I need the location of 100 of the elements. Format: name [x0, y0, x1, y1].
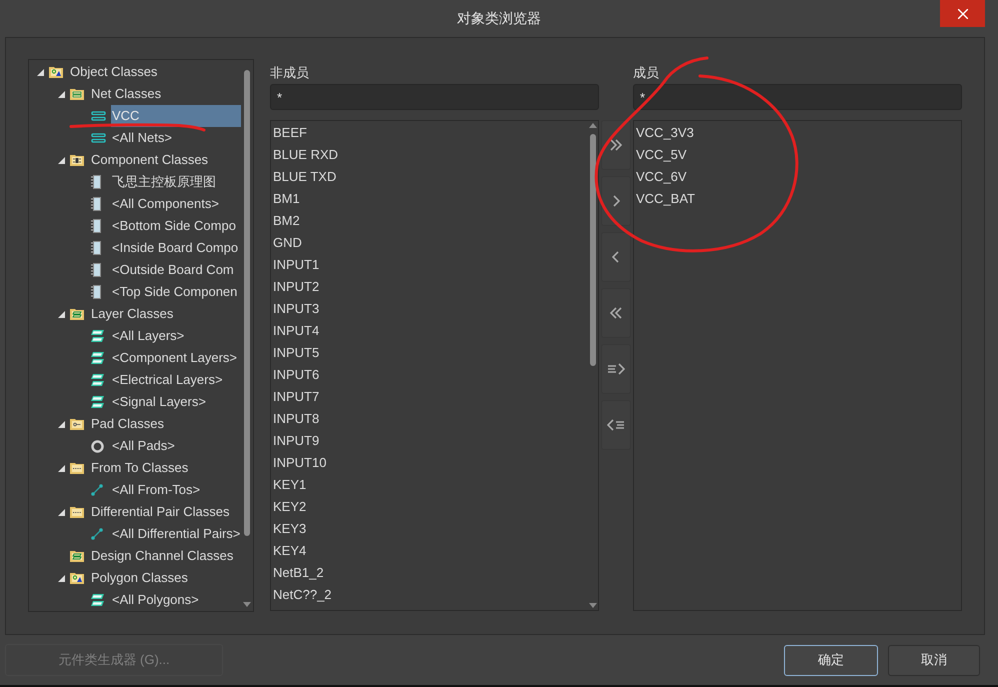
transfer-button[interactable] — [601, 120, 631, 170]
list-item[interactable]: INPUT3 — [273, 298, 588, 320]
list-item[interactable]: INPUT2 — [273, 276, 588, 298]
close-icon — [958, 8, 968, 18]
list-item[interactable]: VCC_3V3 — [636, 122, 961, 144]
tree-item[interactable]: <All Differential Pairs> — [111, 523, 240, 545]
folder-icon — [70, 462, 84, 474]
list-item[interactable]: BLUE TXD — [273, 166, 588, 188]
list-item[interactable]: KEY3 — [273, 518, 588, 540]
filter-field[interactable]: * — [270, 84, 599, 110]
chip-icon — [91, 285, 101, 299]
tree-item[interactable]: Differential Pair Classes — [90, 501, 230, 523]
scrollbar[interactable] — [588, 121, 598, 610]
list-item[interactable]: INPUT8 — [273, 408, 588, 430]
list-item[interactable]: BM2 — [273, 210, 588, 232]
folder-icon — [70, 308, 84, 320]
net-icon — [91, 133, 106, 143]
net-icon — [91, 111, 106, 121]
layers-icon — [91, 396, 104, 408]
list-item[interactable]: INPUT5 — [273, 342, 588, 364]
cancel-button[interactable]: 取消 — [888, 644, 980, 676]
chevron-right-icon — [612, 195, 620, 207]
tree-item[interactable]: VCC — [111, 105, 241, 127]
transfer-button[interactable] — [601, 232, 631, 282]
list-item[interactable]: BLUE RXD — [273, 144, 588, 166]
transfer-button[interactable] — [601, 344, 631, 394]
list-item[interactable]: KEY4 — [273, 540, 588, 562]
chip-icon — [91, 241, 101, 255]
scroll-down-icon[interactable] — [589, 603, 597, 608]
collapse-icon[interactable] — [58, 156, 65, 164]
list-item[interactable]: VCC_BAT — [636, 188, 961, 210]
tree-item[interactable]: Component Classes — [90, 149, 208, 171]
collapse-icon[interactable] — [58, 508, 65, 516]
layers-icon — [91, 594, 104, 606]
tree-item[interactable]: <All Components> — [111, 193, 219, 215]
tree-item[interactable]: Pad Classes — [90, 413, 164, 435]
list-item[interactable]: INPUT10 — [273, 452, 588, 474]
list-item[interactable]: BM1 — [273, 188, 588, 210]
list-arrow-left-icon — [607, 419, 625, 431]
tree-item[interactable]: <All From-Tos> — [111, 479, 200, 501]
collapse-icon[interactable] — [58, 90, 65, 98]
tree-item[interactable]: <Outside Board Com — [111, 259, 234, 281]
tree-item[interactable]: <All Layers> — [111, 325, 184, 347]
transfer-button[interactable] — [601, 176, 631, 226]
list-arrow-right-icon — [607, 363, 625, 375]
list-item[interactable]: NetC??_2 — [273, 584, 588, 606]
chip-icon — [91, 197, 101, 211]
tree-item[interactable]: <All Polygons> — [111, 589, 199, 611]
tree-item[interactable]: <Electrical Layers> — [111, 369, 223, 391]
tree-item[interactable]: Layer Classes — [90, 303, 174, 325]
tree-item[interactable]: <Signal Layers> — [111, 391, 206, 413]
list-item[interactable]: INPUT7 — [273, 386, 588, 408]
collapse-icon[interactable] — [37, 68, 44, 76]
list-heading: 非成员 — [270, 64, 310, 82]
tree-item[interactable]: <All Nets> — [111, 127, 172, 149]
double-chevron-left-icon — [609, 307, 623, 319]
chip-icon — [91, 175, 101, 189]
transfer-button[interactable] — [601, 288, 631, 338]
list-item[interactable]: INPUT1 — [273, 254, 588, 276]
tree-item[interactable]: Design Channel Classes — [90, 545, 234, 567]
collapse-icon[interactable] — [58, 574, 65, 582]
list-item[interactable]: KEY2 — [273, 496, 588, 518]
list-item[interactable]: NetB1_2 — [273, 562, 588, 584]
tree-item[interactable]: Net Classes — [90, 83, 162, 105]
list-item[interactable]: BEEF — [273, 122, 588, 144]
filter-field[interactable]: * — [633, 84, 962, 110]
tree-item[interactable]: 飞思主控板原理图 — [111, 171, 216, 193]
list-item[interactable]: INPUT6 — [273, 364, 588, 386]
collapse-icon[interactable] — [58, 310, 65, 318]
list-item[interactable]: VCC_5V — [636, 144, 961, 166]
tree-item[interactable]: <Top Side Componen — [111, 281, 238, 303]
chevron-left-icon — [612, 251, 620, 263]
ok-button[interactable]: 确定 — [784, 644, 878, 676]
list-item[interactable]: VCC_6V — [636, 166, 961, 188]
close-button[interactable] — [940, 0, 985, 27]
list-item[interactable]: INPUT4 — [273, 320, 588, 342]
list-heading: 成员 — [633, 64, 660, 82]
list-item[interactable]: INPUT9 — [273, 430, 588, 452]
window-title: 对象类浏览器 — [457, 9, 541, 28]
collapse-icon[interactable] — [58, 464, 65, 472]
transfer-button[interactable] — [601, 400, 631, 450]
tree-item[interactable]: <All Pads> — [111, 435, 175, 457]
double-chevron-right-icon — [609, 139, 623, 151]
pad-icon — [91, 440, 104, 452]
list-item[interactable]: GND — [273, 232, 588, 254]
tree-item[interactable]: Object Classes — [69, 61, 158, 83]
connection-icon — [91, 528, 103, 540]
scroll-down-icon[interactable] — [243, 602, 251, 607]
folder-icon — [70, 572, 84, 584]
tree-item[interactable]: From To Classes — [90, 457, 188, 479]
tree-item[interactable]: <Bottom Side Compo — [111, 215, 236, 237]
scroll-up-icon[interactable] — [589, 123, 597, 128]
tree-item[interactable]: <Inside Board Compo — [111, 237, 238, 259]
folder-icon — [70, 88, 84, 100]
layers-icon — [91, 352, 104, 364]
collapse-icon[interactable] — [58, 420, 65, 428]
connection-icon — [91, 484, 103, 496]
list-item[interactable]: KEY1 — [273, 474, 588, 496]
tree-item[interactable]: Polygon Classes — [90, 567, 188, 589]
tree-item[interactable]: <Component Layers> — [111, 347, 238, 369]
